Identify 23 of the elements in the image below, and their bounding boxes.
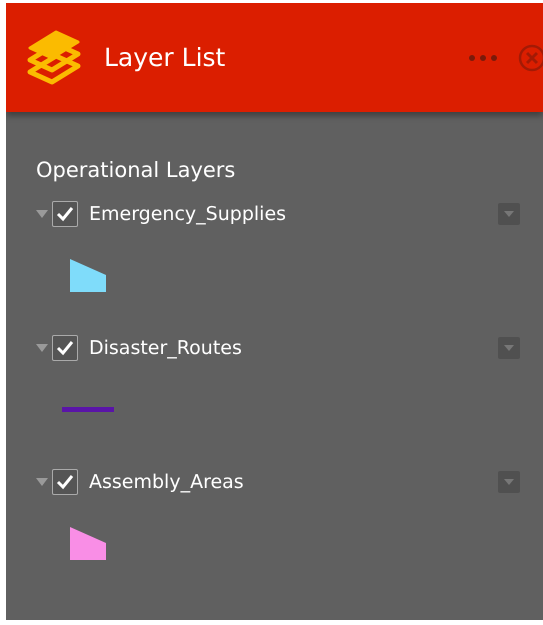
checkmark-icon: [56, 206, 74, 222]
more-options-icon[interactable]: [469, 54, 497, 60]
close-icon[interactable]: [517, 42, 543, 72]
checkmark-icon: [56, 340, 74, 356]
layer-checkbox[interactable]: [52, 201, 78, 227]
caret-icon: [504, 479, 514, 485]
expand-caret-icon[interactable]: [36, 344, 48, 352]
caret-icon: [504, 345, 514, 351]
checkmark-icon: [56, 474, 74, 490]
section-title: Operational Layers: [36, 158, 236, 182]
layer-checkbox[interactable]: [52, 335, 78, 361]
layer-menu-button[interactable]: [498, 203, 520, 225]
layer-name: Emergency_Supplies: [89, 203, 288, 225]
expand-caret-icon[interactable]: [36, 478, 48, 486]
layer-menu-button[interactable]: [498, 337, 520, 359]
layers-icon: [26, 30, 82, 86]
layer-checkbox[interactable]: [52, 469, 78, 495]
caret-icon: [504, 211, 514, 217]
layer-menu-button[interactable]: [498, 471, 520, 493]
expand-caret-icon[interactable]: [36, 210, 48, 218]
layer-name: Disaster_Routes: [89, 337, 243, 359]
layer-name: Assembly_Areas: [89, 471, 245, 493]
panel-title: Layer List: [104, 43, 226, 72]
